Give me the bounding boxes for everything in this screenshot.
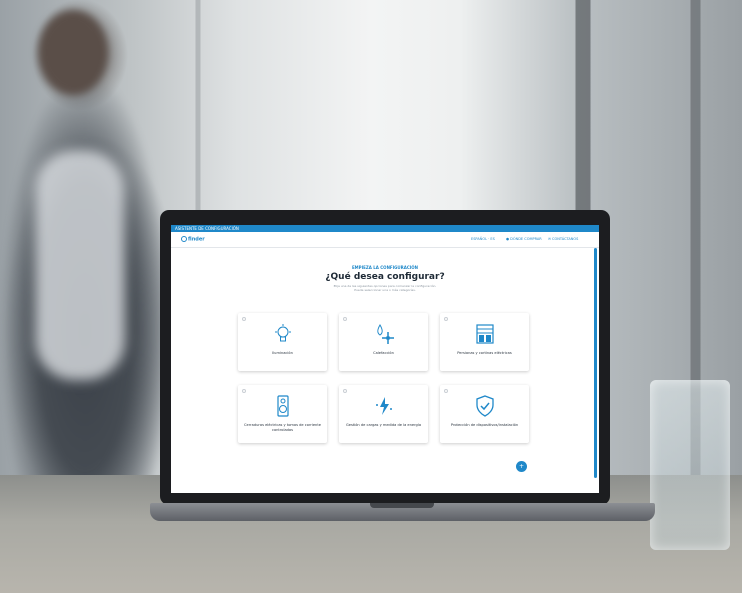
person-shirt [35,150,125,380]
person-head [38,10,108,95]
card-label: Iluminación [272,351,293,355]
card-energy[interactable]: Gestión de cargas y medida de la energía [339,385,428,443]
lightbulb-icon [238,323,327,345]
subtitle-line-2: Puede seleccionar una o más categorías. [354,288,416,292]
card-lighting[interactable]: Iluminación [238,313,327,371]
card-checkbox[interactable] [444,317,448,321]
language-selector[interactable]: ESPAÑOL · ES [471,237,495,241]
card-label: Gestión de cargas y medida de la energía [345,423,422,427]
card-label: Cerraduras eléctricas y tomas de corrien… [244,423,321,432]
card-checkbox[interactable] [343,389,347,393]
contact-link[interactable]: ✉ CONTÁCTANOS [548,237,578,241]
logo-icon [181,236,187,242]
card-protection[interactable]: Protección de dispositivos/instalación [440,385,529,443]
floating-action-button[interactable]: + [516,461,527,472]
where-to-buy-label: DÓNDE COMPRAR [510,237,542,241]
finder-logo[interactable]: finder [181,236,205,243]
speaker-icon [238,395,327,417]
logo-text: finder [188,236,205,243]
card-locks-sockets[interactable]: Cerraduras eléctricas y tomas de corrien… [238,385,327,443]
energy-icon [339,395,428,417]
card-label: Protección de dispositivos/instalación [450,423,519,427]
page-title: ¿Qué desea configurar? [325,272,445,282]
laptop-screen: ASISTENTE DE CONFIGURACIÓN finder ESPAÑO… [171,225,599,493]
shield-icon [440,395,529,417]
card-heating[interactable]: Calefacción [339,313,428,371]
top-bar-text: ASISTENTE DE CONFIGURACIÓN [175,226,239,231]
card-checkbox[interactable] [343,317,347,321]
site-header: finder ESPAÑOL · ES ● DÓNDE COMPRAR ✉ CO… [171,233,599,248]
page-subtitle: Elija una de las siguientes opciones par… [171,284,599,292]
climate-icon [339,323,428,345]
card-checkbox[interactable] [242,317,246,321]
water-glass [650,380,730,550]
shutter-icon [440,323,529,345]
laptop-notch [370,503,434,508]
scrollbar[interactable] [594,248,597,478]
card-label: Persianas y cortinas eléctricas [457,351,512,355]
contact-label: CONTÁCTANOS [552,237,579,241]
card-shutters[interactable]: Persianas y cortinas eléctricas [440,313,529,371]
where-to-buy-link[interactable]: ● DÓNDE COMPRAR [506,237,542,241]
card-label: Calefacción [373,351,394,355]
photo-frame: ASISTENTE DE CONFIGURACIÓN finder ESPAÑO… [0,0,742,593]
card-checkbox[interactable] [444,389,448,393]
card-checkbox[interactable] [242,389,246,393]
eyebrow-text: EMPIEZA LA CONFIGURACIÓN [351,265,419,270]
top-bar: ASISTENTE DE CONFIGURACIÓN [171,225,599,232]
